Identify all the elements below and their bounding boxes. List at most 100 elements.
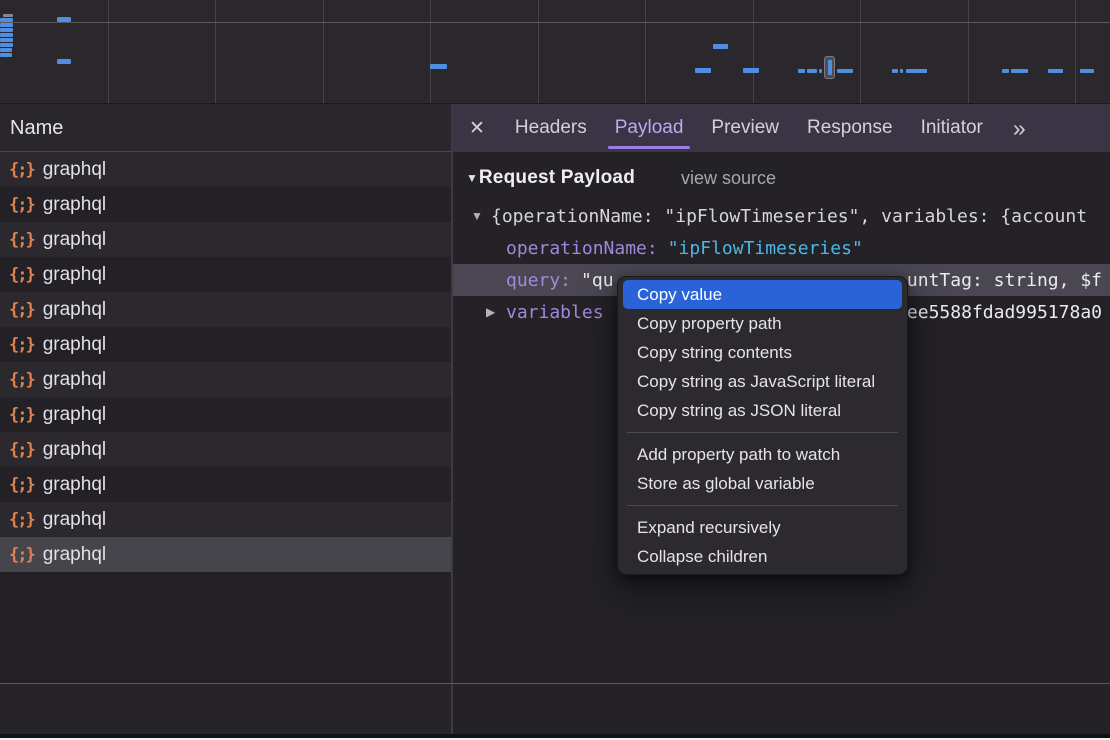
- tab-response[interactable]: Response: [807, 104, 893, 152]
- timeline-request-bar[interactable]: [0, 23, 13, 27]
- request-name-label: graphql: [43, 404, 106, 426]
- timeline-request-bar[interactable]: [1080, 69, 1094, 73]
- timeline-request-bar[interactable]: [0, 53, 12, 57]
- timeline-gridline: [538, 0, 539, 103]
- property-key: operationName:: [506, 238, 658, 259]
- json-braces-icon: {;}: [9, 545, 34, 565]
- more-tabs-icon[interactable]: »: [1013, 115, 1026, 142]
- request-name-label: graphql: [43, 194, 106, 216]
- menu-item-expand-recursively[interactable]: Expand recursively: [623, 513, 902, 542]
- expand-triangle-icon[interactable]: ▼: [471, 209, 491, 223]
- request-list: {;} graphql {;} graphql {;} graphql {;} graphql…: [0, 152, 451, 683]
- tab-payload[interactable]: Payload: [615, 104, 684, 152]
- timeline-gridline: [860, 0, 861, 103]
- timeline-gridline: [0, 22, 1110, 23]
- view-source-link[interactable]: view source: [681, 168, 776, 189]
- request-row[interactable]: {;}graphql: [0, 327, 451, 362]
- timeline-request-bar[interactable]: [0, 18, 13, 22]
- timeline-request-bar[interactable]: [430, 64, 447, 69]
- menu-divider: [627, 432, 898, 433]
- property-value-fragment-right: untTag: string, $f: [907, 270, 1102, 291]
- json-braces-icon: {;}: [9, 195, 34, 215]
- request-row[interactable]: {;} graphql: [0, 152, 451, 187]
- json-braces-icon: {;}: [9, 160, 34, 180]
- expand-triangle-icon[interactable]: ▶: [486, 305, 506, 319]
- json-braces-icon: {;}: [9, 510, 34, 530]
- operation-name-row[interactable]: operationName: "ipFlowTimeseries": [453, 232, 1110, 264]
- timeline-request-bar[interactable]: [0, 43, 13, 47]
- request-row[interactable]: {;}graphql: [0, 222, 451, 257]
- json-braces-icon: {;}: [9, 370, 34, 390]
- menu-item-add-property-path-to-watch[interactable]: Add property path to watch: [623, 440, 902, 469]
- timeline-request-bar[interactable]: [837, 69, 853, 73]
- timeline-gridline: [968, 0, 969, 103]
- timeline-request-bar[interactable]: [743, 68, 759, 73]
- request-row[interactable]: {;}graphql: [0, 467, 451, 502]
- requests-table: Name {;}graphql{;}graphql{;}graphql{;}gr…: [0, 104, 453, 683]
- json-braces-icon: {;}: [9, 335, 34, 355]
- timeline-request-bar[interactable]: [57, 59, 71, 64]
- timeline-request-bar[interactable]: [0, 28, 13, 32]
- request-name-label: graphql: [43, 369, 106, 391]
- request-row[interactable]: {;}graphql: [0, 432, 451, 467]
- json-braces-icon: {;}: [9, 440, 34, 460]
- request-row[interactable]: {;}graphql: [0, 502, 451, 537]
- timeline-request-bar[interactable]: [900, 69, 903, 73]
- timeline-request-bar[interactable]: [906, 69, 927, 73]
- property-value-fragment: "qu: [581, 270, 614, 291]
- main-split: Name {;}graphql{;}graphql{;}graphql{;}gr…: [0, 104, 1110, 683]
- timeline-request-bar[interactable]: [0, 48, 12, 52]
- request-payload-section: ▼ Request Payload view source: [453, 162, 1110, 194]
- request-name-label: graphql: [43, 299, 106, 321]
- footer-right-pane: [453, 684, 1110, 734]
- timeline-request-bar[interactable]: [57, 17, 71, 22]
- json-braces-icon: {;}: [9, 300, 34, 320]
- json-braces-icon: {;}: [9, 475, 34, 495]
- request-name-label: graphql: [43, 544, 106, 566]
- request-row[interactable]: {;} graphql: [0, 187, 451, 222]
- timeline-selection-marker[interactable]: [824, 56, 835, 79]
- footer-left-pane: [0, 684, 453, 734]
- timeline-request-bar[interactable]: [892, 69, 898, 73]
- collapse-triangle-icon[interactable]: ▼: [466, 171, 478, 185]
- tab-headers[interactable]: Headers: [515, 104, 587, 152]
- timeline-request-bar[interactable]: [695, 68, 711, 73]
- menu-item-copy-value[interactable]: Copy value: [623, 280, 902, 309]
- menu-item-copy-string-as-json-literal[interactable]: Copy string as JSON literal: [623, 396, 902, 425]
- timeline-gridline: [430, 0, 431, 103]
- timeline-request-bar[interactable]: [1048, 69, 1063, 73]
- tab-initiator[interactable]: Initiator: [921, 104, 983, 152]
- request-name-label: graphql: [43, 159, 106, 181]
- property-value: "ipFlowTimeseries": [668, 238, 863, 259]
- menu-item-store-as-global-variable[interactable]: Store as global variable: [623, 469, 902, 498]
- menu-divider: [627, 505, 898, 506]
- query-row-left: query: "qu: [486, 270, 614, 291]
- menu-item-copy-property-path[interactable]: Copy property path: [623, 309, 902, 338]
- request-row[interactable]: {;}graphql: [0, 257, 451, 292]
- request-row[interactable]: {;} graphql: [0, 537, 451, 572]
- tab-preview[interactable]: Preview: [711, 104, 779, 152]
- timeline-request-bar[interactable]: [798, 69, 805, 73]
- timeline-request-bar[interactable]: [819, 69, 822, 73]
- menu-item-copy-string-contents[interactable]: Copy string contents: [623, 338, 902, 367]
- timeline-request-bar[interactable]: [3, 14, 13, 17]
- request-row[interactable]: {;} graphql: [0, 292, 451, 327]
- timeline-request-bar[interactable]: [0, 33, 13, 37]
- timeline-request-bar[interactable]: [713, 44, 728, 49]
- request-row[interactable]: {;} graphql: [0, 362, 451, 397]
- close-icon[interactable]: ✕: [469, 117, 485, 140]
- name-column-header[interactable]: Name: [0, 104, 451, 152]
- timeline-request-bar[interactable]: [0, 38, 13, 42]
- property-key: query:: [506, 270, 571, 291]
- menu-item-copy-string-as-javascript-literal[interactable]: Copy string as JavaScript literal: [623, 367, 902, 396]
- timeline-request-bar[interactable]: [1002, 69, 1009, 73]
- timeline-request-bar[interactable]: [1011, 69, 1028, 73]
- timeline-request-bar[interactable]: [807, 69, 817, 73]
- payload-root-row[interactable]: ▼ {operationName: "ipFlowTimeseries", va…: [453, 200, 1110, 232]
- network-overview-timeline[interactable]: [0, 0, 1110, 104]
- variables-row-left: ▶ variables: [486, 302, 604, 323]
- name-column-label: Name: [10, 117, 63, 139]
- menu-item-collapse-children[interactable]: Collapse children: [623, 542, 902, 571]
- property-value-fragment-right: ee5588fdad995178a0: [907, 302, 1102, 323]
- request-row[interactable]: {;}graphql: [0, 397, 451, 432]
